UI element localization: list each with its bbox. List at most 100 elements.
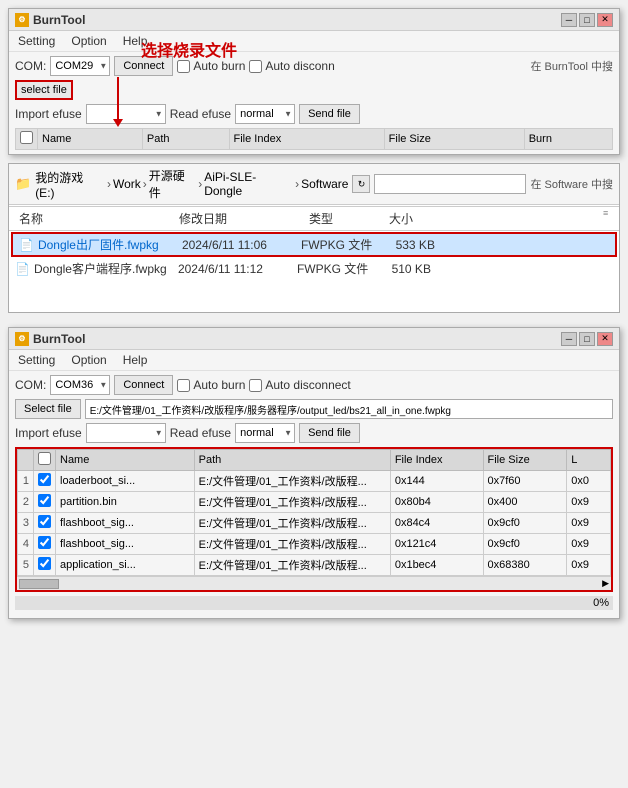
file-date-1: 2024/6/11 11:06 [182, 238, 297, 252]
row-index: 0x144 [390, 471, 483, 492]
th-index-bottom: File Index [390, 450, 483, 471]
menu-option[interactable]: Option [68, 33, 109, 49]
row-size: 0x9cf0 [483, 513, 567, 534]
bottom-menu-option[interactable]: Option [68, 352, 109, 368]
horizontal-scrollbar[interactable]: ▶ [17, 576, 611, 590]
row-checkbox[interactable] [38, 494, 51, 507]
table-select-all[interactable] [20, 131, 33, 144]
top-menu-bar: Setting Option Help [9, 31, 619, 52]
side-annotation-explorer: 在 Software 中搜 [530, 176, 613, 192]
com-select[interactable]: COM29 [50, 56, 110, 76]
bottom-menu-help[interactable]: Help [120, 352, 151, 368]
nav-part-3: 开源硬件 [149, 167, 196, 201]
scroll-thumb[interactable] [19, 579, 59, 589]
th-path-bottom: Path [194, 450, 390, 471]
nav-part-5: Software [301, 177, 348, 191]
col-header-type: 类型 [305, 208, 385, 229]
bottom-auto-burn-check[interactable] [177, 379, 190, 392]
row-name: loaderboot_si... [56, 471, 195, 492]
bottom-window: ⚙ BurnTool ─ □ ✕ Setting Option Help COM… [8, 327, 620, 619]
row-last: 0x0 [567, 471, 611, 492]
bottom-minimize-button[interactable]: ─ [561, 332, 577, 346]
read-efuse-label: Read efuse [170, 107, 231, 121]
th-check [16, 129, 38, 150]
file-type-2: FWPKG 文件 [297, 260, 377, 277]
bottom-com-label: COM: [15, 378, 46, 392]
window-title: BurnTool [33, 13, 85, 27]
row-num: 4 [18, 534, 34, 555]
auto-burn-label: Auto burn [193, 59, 245, 73]
bottom-auto-disconnect-check[interactable] [249, 379, 262, 392]
file-name-2: Dongle客户端程序.fwpkg [34, 260, 174, 277]
bottom-com-select[interactable]: COM36 [50, 375, 110, 395]
th-burn: Burn [524, 129, 612, 150]
auto-disconn-label: Auto disconn [265, 59, 334, 73]
bottom-title-bar: ⚙ BurnTool ─ □ ✕ [9, 328, 619, 350]
progress-text: 0% [593, 596, 609, 610]
th-file-size: File Size [384, 129, 524, 150]
file-icon-2: 📄 [15, 262, 30, 276]
auto-disconn-check[interactable] [249, 60, 262, 73]
bottom-read-efuse-select[interactable]: normal [235, 423, 295, 443]
th-size-bottom: File Size [483, 450, 567, 471]
row-index: 0x121c4 [390, 534, 483, 555]
file-row-1[interactable]: 📄 Dongle出厂固件.fwpkg 2024/6/11 11:06 FWPKG… [11, 232, 617, 257]
row-check[interactable] [34, 555, 56, 576]
menu-setting[interactable]: Setting [15, 33, 58, 49]
bottom-import-efuse-label: Import efuse [15, 426, 82, 440]
send-file-button[interactable]: Send file [299, 104, 360, 124]
close-button[interactable]: ✕ [597, 13, 613, 27]
com-label: COM: [15, 59, 46, 73]
auto-burn-check[interactable] [177, 60, 190, 73]
bottom-send-file-button[interactable]: Send file [299, 423, 360, 443]
row-checkbox[interactable] [38, 515, 51, 528]
menu-help[interactable]: Help [120, 33, 151, 49]
row-path: E:/文件管理/01_工作资料/改版程... [194, 492, 390, 513]
refresh-button[interactable]: ↻ [352, 175, 370, 193]
table-row: 4 flashboot_sig... E:/文件管理/01_工作资料/改版程..… [18, 534, 611, 555]
row-checkbox[interactable] [38, 557, 51, 570]
import-efuse-select[interactable] [86, 104, 166, 124]
select-file-row: select file [15, 80, 613, 100]
top-title-bar: ⚙ BurnTool ─ □ ✕ [9, 9, 619, 31]
row-last: 0x9 [567, 513, 611, 534]
import-efuse-label: Import efuse [15, 107, 82, 121]
file-type-1: FWPKG 文件 [301, 236, 381, 253]
row-name: flashboot_sig... [56, 513, 195, 534]
th-rownum [18, 450, 34, 471]
row-path: E:/文件管理/01_工作资料/改版程... [194, 555, 390, 576]
row-size: 0x400 [483, 492, 567, 513]
file-name-1: Dongle出厂固件.fwpkg [38, 236, 178, 253]
bottom-maximize-button[interactable]: □ [579, 332, 595, 346]
select-file-button[interactable]: select file [15, 80, 73, 100]
row-check[interactable] [34, 534, 56, 555]
connect-button[interactable]: Connect [114, 56, 173, 76]
row-check[interactable] [34, 492, 56, 513]
row-num: 2 [18, 492, 34, 513]
explorer-search[interactable] [374, 174, 526, 194]
minimize-button[interactable]: ─ [561, 13, 577, 27]
file-row-2[interactable]: 📄 Dongle客户端程序.fwpkg 2024/6/11 11:12 FWPK… [9, 258, 619, 279]
read-efuse-select[interactable]: normal [235, 104, 295, 124]
maximize-button[interactable]: □ [579, 13, 595, 27]
bottom-close-button[interactable]: ✕ [597, 332, 613, 346]
bottom-menu-setting[interactable]: Setting [15, 352, 58, 368]
side-annotation-top: 在 BurnTool 中搜 [530, 58, 613, 74]
file-size-2: 510 KB [381, 262, 431, 276]
row-last: 0x9 [567, 534, 611, 555]
table-row: 1 loaderboot_si... E:/文件管理/01_工作资料/改版程..… [18, 471, 611, 492]
bottom-app-icon: ⚙ [15, 332, 29, 346]
scroll-right-arrow[interactable]: ▶ [602, 578, 609, 589]
row-check[interactable] [34, 513, 56, 534]
th-check-bottom [34, 450, 56, 471]
bottom-connect-button[interactable]: Connect [114, 375, 173, 395]
row-checkbox[interactable] [38, 536, 51, 549]
bottom-file-path-input[interactable] [85, 399, 613, 419]
bottom-import-efuse-select[interactable] [86, 423, 166, 443]
row-checkbox[interactable] [38, 473, 51, 486]
row-check[interactable] [34, 471, 56, 492]
bottom-table-select-all[interactable] [38, 452, 51, 465]
top-window: 选择烧录文件 ⚙ BurnTool ─ □ ✕ Setting Option H… [8, 8, 620, 155]
bottom-select-file-button[interactable]: Select file [15, 399, 81, 419]
th-path: Path [142, 129, 229, 150]
